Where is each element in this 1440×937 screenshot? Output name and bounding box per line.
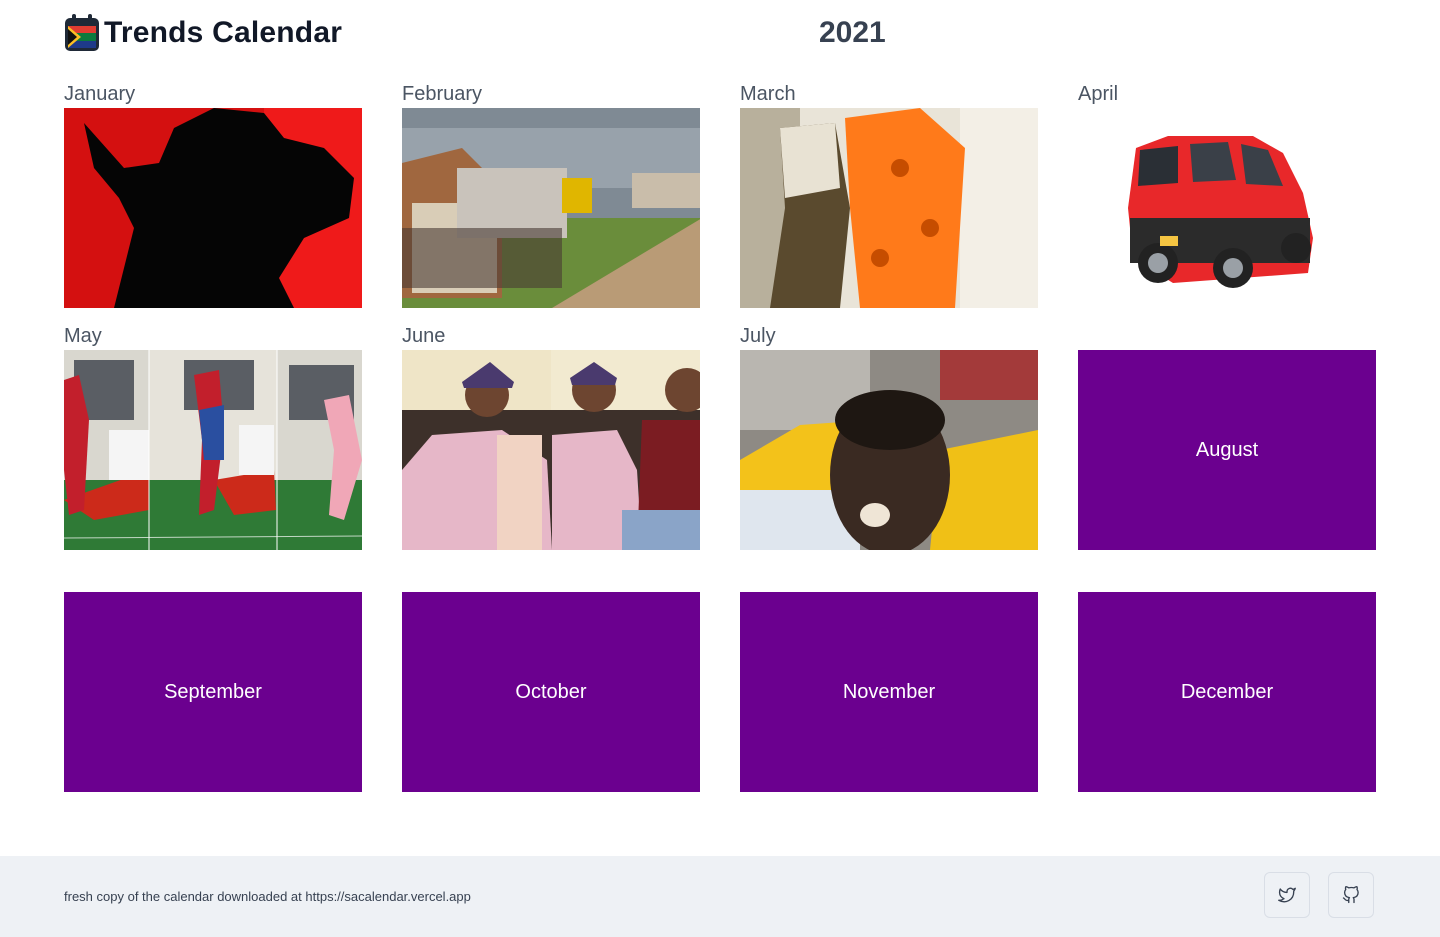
month-june[interactable]: June — [402, 322, 700, 550]
month-label: July — [740, 325, 776, 347]
month-july[interactable]: July — [740, 322, 1038, 550]
month-august[interactable]: August — [1078, 322, 1376, 550]
github-icon — [1342, 886, 1359, 904]
brand[interactable]: Trends Calendar — [64, 14, 342, 52]
twitter-button[interactable] — [1264, 872, 1310, 918]
month-image-june[interactable] — [402, 350, 700, 550]
month-january[interactable]: January — [64, 80, 362, 308]
github-button[interactable] — [1328, 872, 1374, 918]
month-placeholder-september[interactable]: September — [64, 592, 362, 792]
month-december[interactable]: December — [1078, 564, 1376, 792]
month-may[interactable]: May — [64, 322, 362, 550]
month-october[interactable]: October — [402, 564, 700, 792]
month-april[interactable]: April — [1078, 80, 1376, 308]
month-image-january[interactable] — [64, 108, 362, 308]
month-label: June — [402, 325, 446, 347]
year-heading: 2021 — [819, 16, 886, 49]
month-image-march[interactable] — [740, 108, 1038, 308]
app-title: Trends Calendar — [104, 16, 343, 49]
month-image-february[interactable] — [402, 108, 700, 308]
month-placeholder-august[interactable]: August — [1078, 350, 1376, 550]
header: Trends Calendar 2021 — [64, 14, 1376, 58]
footer: fresh copy of the calendar downloaded at… — [0, 856, 1440, 937]
month-placeholder-november[interactable]: November — [740, 592, 1038, 792]
month-march[interactable]: March — [740, 80, 1038, 308]
month-september[interactable]: September — [64, 564, 362, 792]
month-placeholder-october[interactable]: October — [402, 592, 700, 792]
calendar-grid: January February March April May June Ju… — [64, 80, 1376, 792]
month-label: January — [64, 83, 136, 105]
month-february[interactable]: February — [402, 80, 700, 308]
month-image-april[interactable] — [1078, 108, 1376, 308]
month-label: February — [402, 83, 483, 105]
month-november[interactable]: November — [740, 564, 1038, 792]
month-label: March — [740, 83, 796, 105]
month-placeholder-december[interactable]: December — [1078, 592, 1376, 792]
twitter-icon — [1278, 887, 1296, 903]
month-image-may[interactable] — [64, 350, 362, 550]
month-image-july[interactable] — [740, 350, 1038, 550]
footer-text: fresh copy of the calendar downloaded at… — [64, 889, 471, 904]
month-label: April — [1078, 83, 1119, 105]
calendar-flag-icon — [65, 14, 99, 51]
month-label: May — [64, 325, 102, 347]
